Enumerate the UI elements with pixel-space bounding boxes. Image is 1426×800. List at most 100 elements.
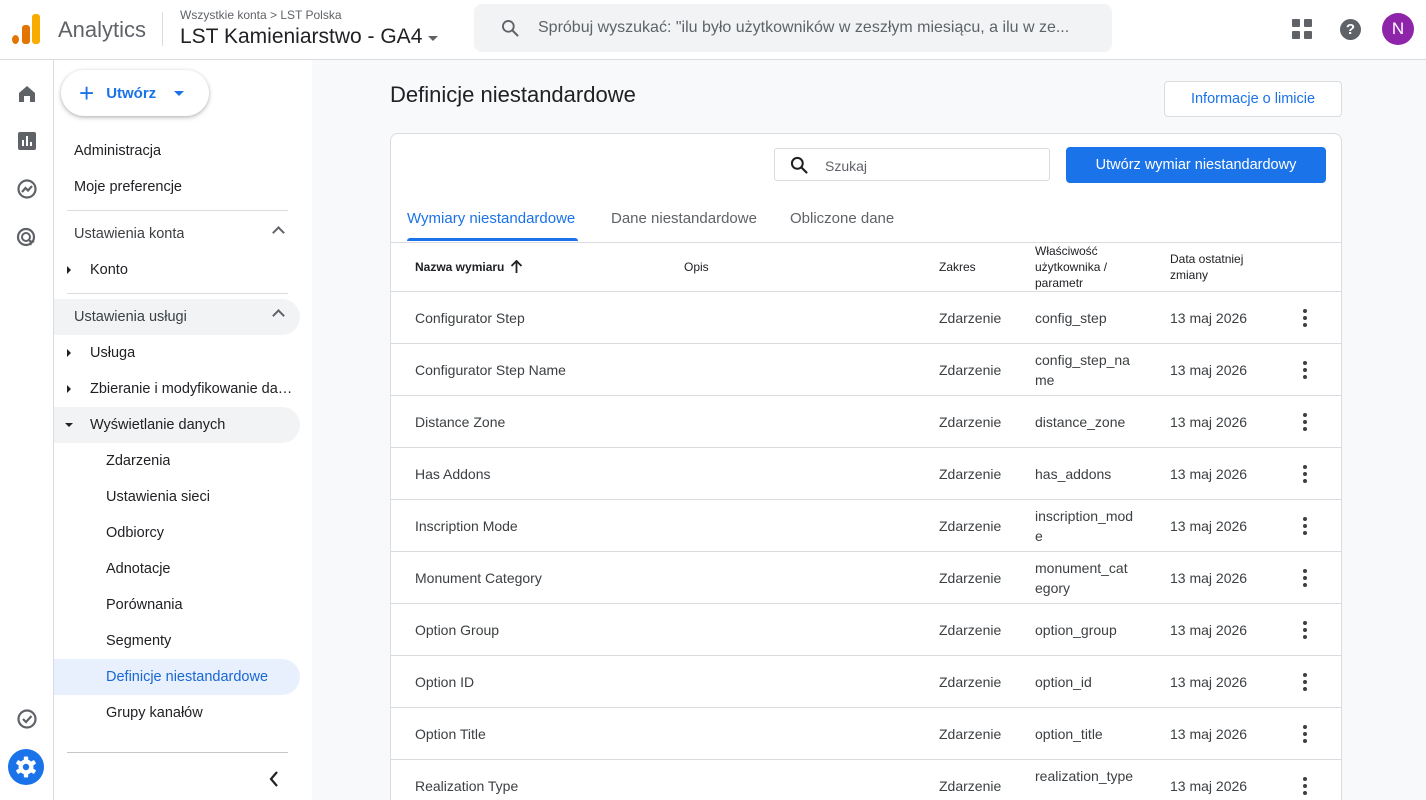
- check-circle-icon[interactable]: [15, 707, 39, 731]
- more-vert-icon[interactable]: [1303, 621, 1307, 639]
- dimension-name: Has Addons: [415, 466, 491, 482]
- col-header-param-line: parametr: [1035, 276, 1084, 290]
- app-name: Analytics: [58, 17, 147, 42]
- avatar[interactable]: N: [1382, 13, 1414, 45]
- global-search-placeholder: Spróbuj wyszukać: "ilu było użytkowników…: [538, 19, 1070, 36]
- chevron-left-icon[interactable]: [268, 770, 280, 788]
- dimension-name: Option Title: [415, 726, 486, 742]
- more-vert-icon[interactable]: [1303, 309, 1307, 327]
- table-row[interactable]: Realization Type Zdarzenie realization_typ…: [391, 760, 1341, 800]
- home-icon[interactable]: [15, 82, 39, 106]
- more-vert-icon[interactable]: [1303, 673, 1307, 691]
- nav-section-account-settings[interactable]: Ustawienia konta: [54, 216, 300, 252]
- col-header-name[interactable]: Nazwa wymiaru: [415, 260, 523, 274]
- last-changed-date: 13 maj 2026: [1170, 778, 1248, 794]
- col-header-parameter[interactable]: Właściwość użytkownika / parametr: [1035, 243, 1107, 291]
- last-changed-date: 13 maj 2026: [1170, 518, 1248, 534]
- nav-item-account[interactable]: Konto: [54, 252, 300, 288]
- nav-sub-annotations[interactable]: Adnotacje: [54, 551, 300, 587]
- table-row[interactable]: Monument Category Zdarzenie monument_categ…: [391, 552, 1341, 604]
- col-header-param-line: użytkownika /: [1035, 260, 1108, 274]
- advertising-icon[interactable]: [15, 226, 39, 250]
- more-vert-icon[interactable]: [1303, 725, 1307, 743]
- tab-calculated-metrics[interactable]: Obliczone dane: [790, 210, 894, 242]
- nav-sub-segments[interactable]: Segmenty: [54, 623, 300, 659]
- create-custom-dimension-button[interactable]: Utwórz wymiar niestandardowy: [1066, 147, 1326, 183]
- table-row[interactable]: Option Group Zdarzenie option_group 13 maj …: [391, 604, 1341, 656]
- help-icon[interactable]: ?: [1340, 19, 1361, 40]
- property-name: LST Kamieniarstwo - GA4: [180, 25, 423, 48]
- nav-section-service-settings[interactable]: Ustawienia usługi: [54, 299, 300, 335]
- nav-item-data-collection[interactable]: Zbieranie i modyfikowanie danych: [54, 371, 300, 407]
- reports-icon[interactable]: [15, 129, 39, 153]
- dimension-parameter: option_title: [1035, 726, 1103, 742]
- nav-sub-events[interactable]: Zdarzenia: [54, 443, 300, 479]
- limits-info-button[interactable]: Informacje o limicie: [1164, 81, 1342, 117]
- more-vert-icon[interactable]: [1303, 413, 1307, 431]
- nav-item-label: Konto: [90, 262, 128, 278]
- more-vert-icon[interactable]: [1303, 777, 1307, 795]
- definitions-card: Szukaj Utwórz wymiar niestandardowy Wymi…: [390, 133, 1342, 800]
- nav-item-label: Wyświetlanie danych: [90, 417, 226, 433]
- plus-icon: +: [79, 78, 95, 108]
- nav-sub-network-settings[interactable]: Ustawienia sieci: [54, 479, 300, 515]
- admin-gear-button[interactable]: [8, 749, 44, 785]
- nav-item-data-display[interactable]: Wyświetlanie danych: [54, 407, 300, 443]
- dimension-name: Configurator Step Name: [415, 362, 566, 378]
- nav-administration[interactable]: Administracja: [54, 133, 300, 169]
- nav-item-service[interactable]: Usługa: [54, 335, 300, 371]
- nav-sub-comparisons[interactable]: Porównania: [54, 587, 300, 623]
- dimension-scope: Zdarzenie: [939, 362, 1002, 378]
- nav-sub-audiences[interactable]: Odbiorcy: [54, 515, 300, 551]
- nav-sub-label: Definicje niestandardowe: [106, 669, 269, 685]
- explore-icon[interactable]: [15, 177, 39, 201]
- table-row[interactable]: Distance Zone Zdarzenie distance_zone 13 ma…: [391, 396, 1341, 448]
- nav-sub-custom-definitions[interactable]: Definicje niestandardowe: [54, 659, 300, 695]
- sort-arrow-up-icon: [511, 260, 523, 273]
- table-row[interactable]: Inscription Mode Zdarzenie inscription_mod…: [391, 500, 1341, 552]
- chevron-up-icon: [272, 309, 285, 322]
- table-row[interactable]: Option Title Zdarzenie option_title 13 maj …: [391, 708, 1341, 760]
- expand-arrow-icon: [67, 266, 71, 274]
- tab-custom-metrics[interactable]: Dane niestandardowe: [611, 210, 757, 242]
- last-changed-date: 13 maj 2026: [1170, 310, 1248, 326]
- more-vert-icon[interactable]: [1303, 517, 1307, 535]
- table-row[interactable]: Configurator Step Zdarzenie config_step 13 …: [391, 292, 1341, 344]
- expand-arrow-icon: [67, 385, 71, 393]
- nav-preferences[interactable]: Moje preferencje: [54, 169, 300, 205]
- nav-sub-label: Segmenty: [106, 633, 172, 649]
- dimension-parameter: config_step_name: [1035, 352, 1130, 388]
- col-header-last-changed[interactable]: Data ostatniej zmiany: [1170, 251, 1243, 283]
- col-header-scope[interactable]: Zakres: [939, 260, 976, 274]
- global-search[interactable]: Spróbuj wyszukać: "ilu było użytkowników…: [474, 4, 1112, 52]
- dimension-parameter: config_step: [1035, 310, 1107, 326]
- nav-sub-label: Ustawienia sieci: [106, 489, 210, 505]
- property-selector[interactable]: LST Kamieniarstwo - GA4: [180, 25, 439, 49]
- table-row[interactable]: Option ID Zdarzenie option_id 13 maj 2026: [391, 656, 1341, 708]
- apps-grid-icon[interactable]: [1292, 19, 1312, 39]
- search-icon: [790, 156, 808, 174]
- dimension-parameter: monument_category: [1035, 560, 1128, 596]
- table-row[interactable]: Configurator Step Name Zdarzenie config_st…: [391, 344, 1341, 396]
- nav-item-label: Usługa: [90, 345, 136, 361]
- last-changed-date: 13 maj 2026: [1170, 362, 1248, 378]
- top-bar: Analytics Wszystkie konta > LST Polska L…: [0, 0, 1426, 60]
- breadcrumb[interactable]: Wszystkie konta > LST Polska: [180, 8, 342, 22]
- more-vert-icon[interactable]: [1303, 465, 1307, 483]
- col-header-description[interactable]: Opis: [684, 260, 709, 274]
- table-row[interactable]: Has Addons Zdarzenie has_addons 13 maj 2026: [391, 448, 1341, 500]
- caret-down-icon: [428, 36, 439, 41]
- more-vert-icon[interactable]: [1303, 361, 1307, 379]
- dimension-scope: Zdarzenie: [939, 310, 1002, 326]
- create-button[interactable]: + Utwórz: [61, 70, 209, 116]
- dimension-parameter: distance_zone: [1035, 414, 1126, 430]
- table-search-input[interactable]: Szukaj: [774, 148, 1050, 181]
- create-button-label: Utwórz: [106, 84, 157, 102]
- more-vert-icon[interactable]: [1303, 569, 1307, 587]
- nav-sub-channel-groups[interactable]: Grupy kanałów: [54, 695, 300, 731]
- dimension-name: Inscription Mode: [415, 518, 518, 534]
- nav-administration-label: Administracja: [74, 143, 162, 159]
- dimension-name: Realization Type: [415, 778, 519, 794]
- analytics-logo-icon[interactable]: [12, 14, 40, 44]
- nav-preferences-label: Moje preferencje: [74, 179, 182, 195]
